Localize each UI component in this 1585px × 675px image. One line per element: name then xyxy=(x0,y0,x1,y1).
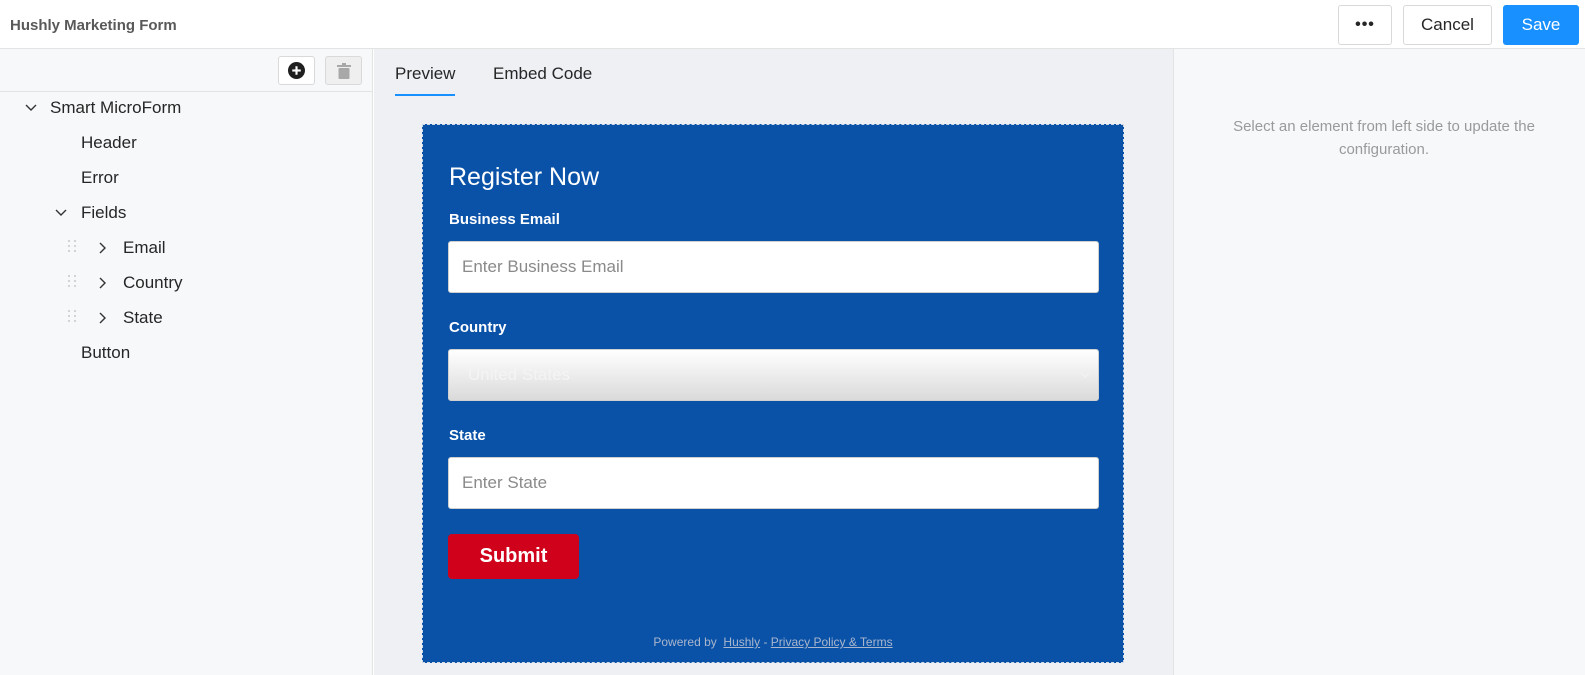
more-button[interactable]: ••• xyxy=(1338,5,1392,45)
drag-handle-icon[interactable] xyxy=(68,240,78,254)
state-field[interactable]: Enter State xyxy=(448,457,1099,509)
tree-item-smart-microform[interactable]: Smart MicroForm xyxy=(24,98,181,118)
email-field[interactable]: Enter Business Email xyxy=(448,241,1099,293)
tree-item-state[interactable]: State xyxy=(96,308,163,328)
trash-icon xyxy=(336,62,351,79)
tree-item-label: Email xyxy=(123,238,166,257)
tree-toolbar xyxy=(0,49,372,92)
save-button[interactable]: Save xyxy=(1503,5,1579,45)
tree-item-label: Country xyxy=(123,273,183,292)
tree-item-label: Fields xyxy=(81,203,127,222)
email-placeholder: Enter Business Email xyxy=(462,257,624,276)
tree-item-label: Smart MicroForm xyxy=(50,98,182,117)
tree-item-error[interactable]: Error xyxy=(81,168,119,188)
drag-handle-icon[interactable] xyxy=(68,275,78,289)
country-value: United States xyxy=(468,365,571,384)
add-element-button[interactable] xyxy=(278,56,315,85)
chevron-right-icon xyxy=(99,242,106,254)
powered-separator: - xyxy=(763,635,768,649)
hushly-link[interactable]: Hushly xyxy=(723,635,760,649)
tree-item-button[interactable]: Button xyxy=(81,343,130,363)
powered-by: Powered by Hushly - Privacy Policy & Ter… xyxy=(423,635,1123,649)
top-bar: Hushly Marketing Form ••• Cancel Save xyxy=(0,0,1585,49)
chevron-down-icon xyxy=(25,104,37,111)
chevron-down-icon xyxy=(1080,372,1090,378)
tree-item-label: State xyxy=(123,308,163,327)
drag-handle-icon[interactable] xyxy=(68,310,78,324)
country-select[interactable]: United States xyxy=(448,349,1099,401)
submit-button[interactable]: Submit xyxy=(448,534,579,579)
chevron-down-icon xyxy=(55,209,67,216)
active-tab-indicator xyxy=(395,94,455,96)
app-title: Hushly Marketing Form xyxy=(10,17,177,34)
state-placeholder: Enter State xyxy=(462,473,548,492)
delete-element-button[interactable] xyxy=(325,56,362,85)
powered-prefix: Powered by xyxy=(653,635,717,649)
chevron-right-icon xyxy=(99,312,106,324)
state-label: State xyxy=(449,427,486,444)
tree-item-header[interactable]: Header xyxy=(81,133,137,153)
tab-preview[interactable]: Preview xyxy=(395,64,455,84)
element-tree-panel: Smart MicroForm Header Error Fields Emai… xyxy=(0,49,373,675)
email-label: Business Email xyxy=(449,211,560,228)
country-label: Country xyxy=(449,319,507,336)
form-title: Register Now xyxy=(449,163,600,191)
cancel-button[interactable]: Cancel xyxy=(1403,5,1492,45)
tree-item-country[interactable]: Country xyxy=(96,273,183,293)
tree-item-fields[interactable]: Fields xyxy=(54,203,126,223)
plus-circle-icon xyxy=(288,62,305,79)
tab-embed-code[interactable]: Embed Code xyxy=(493,64,592,84)
preview-area: Preview Embed Code Register Now Business… xyxy=(374,49,1173,675)
tree-item-label: Header xyxy=(81,133,137,152)
tree-item-label: Error xyxy=(81,168,119,187)
tree-item-email[interactable]: Email xyxy=(96,238,166,258)
form-preview[interactable]: Register Now Business Email Enter Busine… xyxy=(422,124,1124,663)
tree-item-label: Button xyxy=(81,343,131,362)
privacy-policy-link[interactable]: Privacy Policy & Terms xyxy=(771,635,893,649)
configuration-panel: Select an element from left side to upda… xyxy=(1173,49,1585,675)
chevron-right-icon xyxy=(99,277,106,289)
empty-config-message: Select an element from left side to upda… xyxy=(1233,118,1535,158)
